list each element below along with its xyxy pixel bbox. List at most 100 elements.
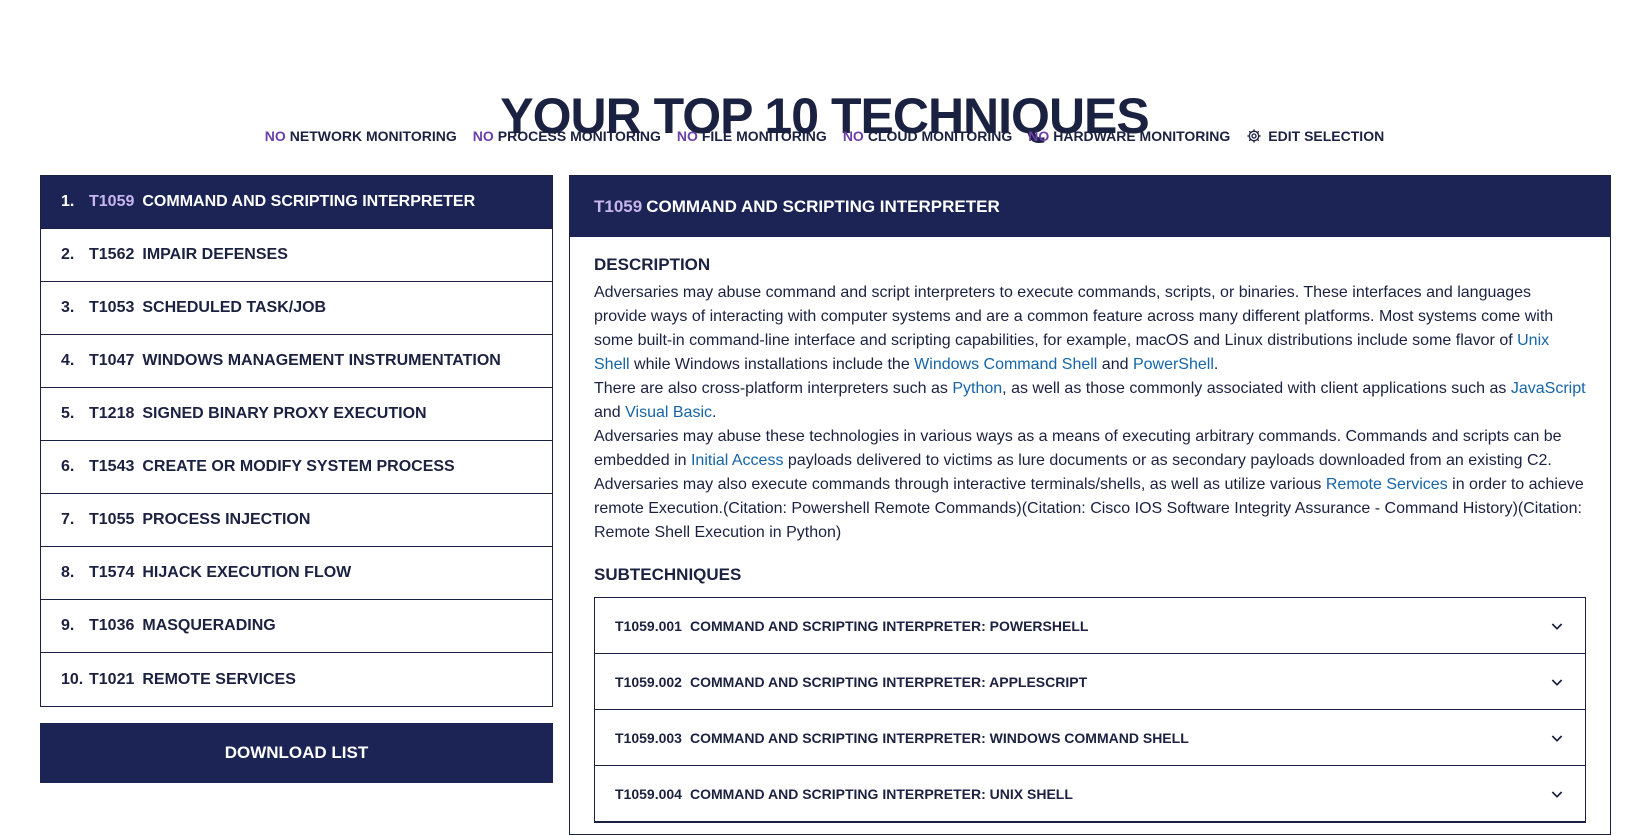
technique-rank: 8. [61,564,75,581]
subtechnique-label: T1059.004 COMMAND AND SCRIPTING INTERPRE… [615,786,1073,802]
subtechnique-name: COMMAND AND SCRIPTING INTERPRETER: APPLE… [689,673,1088,690]
technique-item-t1021[interactable]: 10. T1021 REMOTE SERVICES [41,653,552,706]
technique-rank: 5. [61,405,75,422]
detail-technique-name: COMMAND AND SCRIPTING INTERPRETER [646,196,1000,216]
edit-selection-button[interactable]: EDIT SELECTION [1246,128,1384,144]
technique-name: COMMAND AND SCRIPTING INTERPRETER [142,193,476,210]
technique-rank: 4. [61,352,75,369]
filter-label: PROCESS MONITORING [497,128,661,144]
subtechnique-name: COMMAND AND SCRIPTING INTERPRETER: POWER… [689,617,1089,634]
filter-label: FILE MONITORING [701,128,827,144]
subtechnique-name: COMMAND AND SCRIPTING INTERPRETER: WINDO… [689,729,1189,746]
technique-item-t1059[interactable]: 1. T1059 COMMAND AND SCRIPTING INTERPRET… [41,176,552,229]
technique-name: IMPAIR DEFENSES [142,246,288,263]
technique-name: SIGNED BINARY PROXY EXECUTION [142,405,427,422]
technique-detail-panel: T1059 COMMAND AND SCRIPTING INTERPRETER … [569,175,1611,835]
desc-text: , as well as those commonly associated w… [1002,380,1511,397]
technique-name: WINDOWS MANAGEMENT INSTRUMENTATION [142,352,501,369]
subtechnique-label: T1059.001 COMMAND AND SCRIPTING INTERPRE… [615,618,1088,634]
filter-hardware-monitoring[interactable]: NO HARDWARE MONITORING [1028,128,1230,144]
subtechnique-label: T1059.002 COMMAND AND SCRIPTING INTERPRE… [615,674,1087,690]
filter-no-label: NO [1028,128,1050,144]
technique-list: 1. T1059 COMMAND AND SCRIPTING INTERPRET… [40,175,553,707]
download-list-button[interactable]: DOWNLOAD LIST [40,723,553,783]
monitoring-filters: NO NETWORK MONITORING NO PROCESS MONITOR… [0,128,1649,144]
technique-item-t1053[interactable]: 3. T1053 SCHEDULED TASK/JOB [41,282,552,335]
desc-text: . [1213,356,1219,373]
desc-text: and [594,404,626,421]
filter-network-monitoring[interactable]: NO NETWORK MONITORING [265,128,457,144]
technique-id: T1047 [89,352,135,369]
subtechnique-name: COMMAND AND SCRIPTING INTERPRETER: UNIX … [689,785,1073,802]
filter-no-label: NO [264,128,286,144]
technique-id: T1036 [89,617,135,634]
detail-technique-id: T1059 [594,196,643,216]
technique-id: T1059 [89,193,135,210]
technique-rank: 10. [61,670,84,688]
subtechnique-item[interactable]: T1059.003 COMMAND AND SCRIPTING INTERPRE… [595,710,1585,766]
technique-item-t1562[interactable]: 2. T1562 IMPAIR DEFENSES [41,229,552,282]
technique-id: T1562 [89,246,135,263]
link-javascript[interactable]: JavaScript [1511,380,1586,397]
detail-body: DESCRIPTION Adversaries may abuse comman… [570,237,1610,823]
edit-selection-label: EDIT SELECTION [1268,128,1385,144]
subtechnique-item[interactable]: T1059.002 COMMAND AND SCRIPTING INTERPRE… [595,654,1585,710]
filter-label: NETWORK MONITORING [289,128,457,144]
subtechnique-label: T1059.003 COMMAND AND SCRIPTING INTERPRE… [615,730,1189,746]
filter-process-monitoring[interactable]: NO PROCESS MONITORING [473,128,661,144]
filter-label: HARDWARE MONITORING [1053,128,1231,144]
link-visual-basic[interactable]: Visual Basic [625,404,712,421]
technique-name: SCHEDULED TASK/JOB [142,299,327,316]
link-windows-command-shell[interactable]: Windows Command Shell [914,356,1097,373]
technique-name: PROCESS INJECTION [142,511,311,528]
technique-rank: 3. [61,299,75,316]
technique-item-t1543[interactable]: 6. T1543 CREATE OR MODIFY SYSTEM PROCESS [41,441,552,494]
desc-text: Adversaries may abuse command and script… [594,284,1554,349]
technique-name: CREATE OR MODIFY SYSTEM PROCESS [142,458,455,475]
technique-rank: 2. [61,246,75,263]
technique-item-t1036[interactable]: 9. T1036 MASQUERADING [41,600,552,653]
desc-text: and [1097,356,1133,373]
chevron-down-icon [1551,790,1563,798]
technique-rank: 9. [61,617,75,634]
subtechnique-id: T1059.002 [615,673,682,690]
subtechnique-id: T1059.004 [615,785,682,802]
technique-item-t1047[interactable]: 4. T1047 WINDOWS MANAGEMENT INSTRUMENTAT… [41,335,552,388]
filter-no-label: NO [676,128,698,144]
subtechnique-id: T1059.003 [615,729,682,746]
technique-name: REMOTE SERVICES [142,670,296,688]
filter-label: CLOUD MONITORING [867,128,1013,144]
technique-name: HIJACK EXECUTION FLOW [142,564,352,581]
link-initial-access[interactable]: Initial Access [691,452,783,469]
desc-text: There are also cross-platform interprete… [594,380,953,397]
description-text: Adversaries may abuse command and script… [594,281,1586,545]
desc-text: while Windows installations include the [629,356,915,373]
subtechniques-heading: SUBTECHNIQUES [594,565,742,584]
desc-text: . [712,404,717,421]
technique-item-t1574[interactable]: 8. T1574 HIJACK EXECUTION FLOW [41,547,552,600]
link-remote-services[interactable]: Remote Services [1326,476,1448,493]
gear-icon [1247,129,1261,143]
filter-file-monitoring[interactable]: NO FILE MONITORING [677,128,827,144]
technique-rank: 7. [61,511,75,528]
technique-id: T1543 [89,458,135,475]
technique-id: T1218 [89,405,135,422]
technique-item-t1218[interactable]: 5. T1218 SIGNED BINARY PROXY EXECUTION [41,388,552,441]
link-python[interactable]: Python [952,380,1002,397]
technique-name: MASQUERADING [142,617,276,634]
subtechnique-item[interactable]: T1059.001 COMMAND AND SCRIPTING INTERPRE… [595,598,1585,654]
detail-header: T1059 COMMAND AND SCRIPTING INTERPRETER [570,176,1610,237]
filter-cloud-monitoring[interactable]: NO CLOUD MONITORING [843,128,1012,144]
chevron-down-icon [1551,678,1563,686]
description-heading: DESCRIPTION [594,255,711,274]
technique-rank: 1. [61,193,75,210]
technique-rank: 6. [61,458,75,475]
technique-id: T1055 [89,511,135,528]
technique-id: T1574 [89,564,135,581]
filter-no-label: NO [472,128,494,144]
chevron-down-icon [1551,734,1563,742]
chevron-down-icon [1551,622,1563,630]
link-powershell[interactable]: PowerShell [1133,356,1214,373]
technique-item-t1055[interactable]: 7. T1055 PROCESS INJECTION [41,494,552,547]
filter-no-label: NO [842,128,864,144]
